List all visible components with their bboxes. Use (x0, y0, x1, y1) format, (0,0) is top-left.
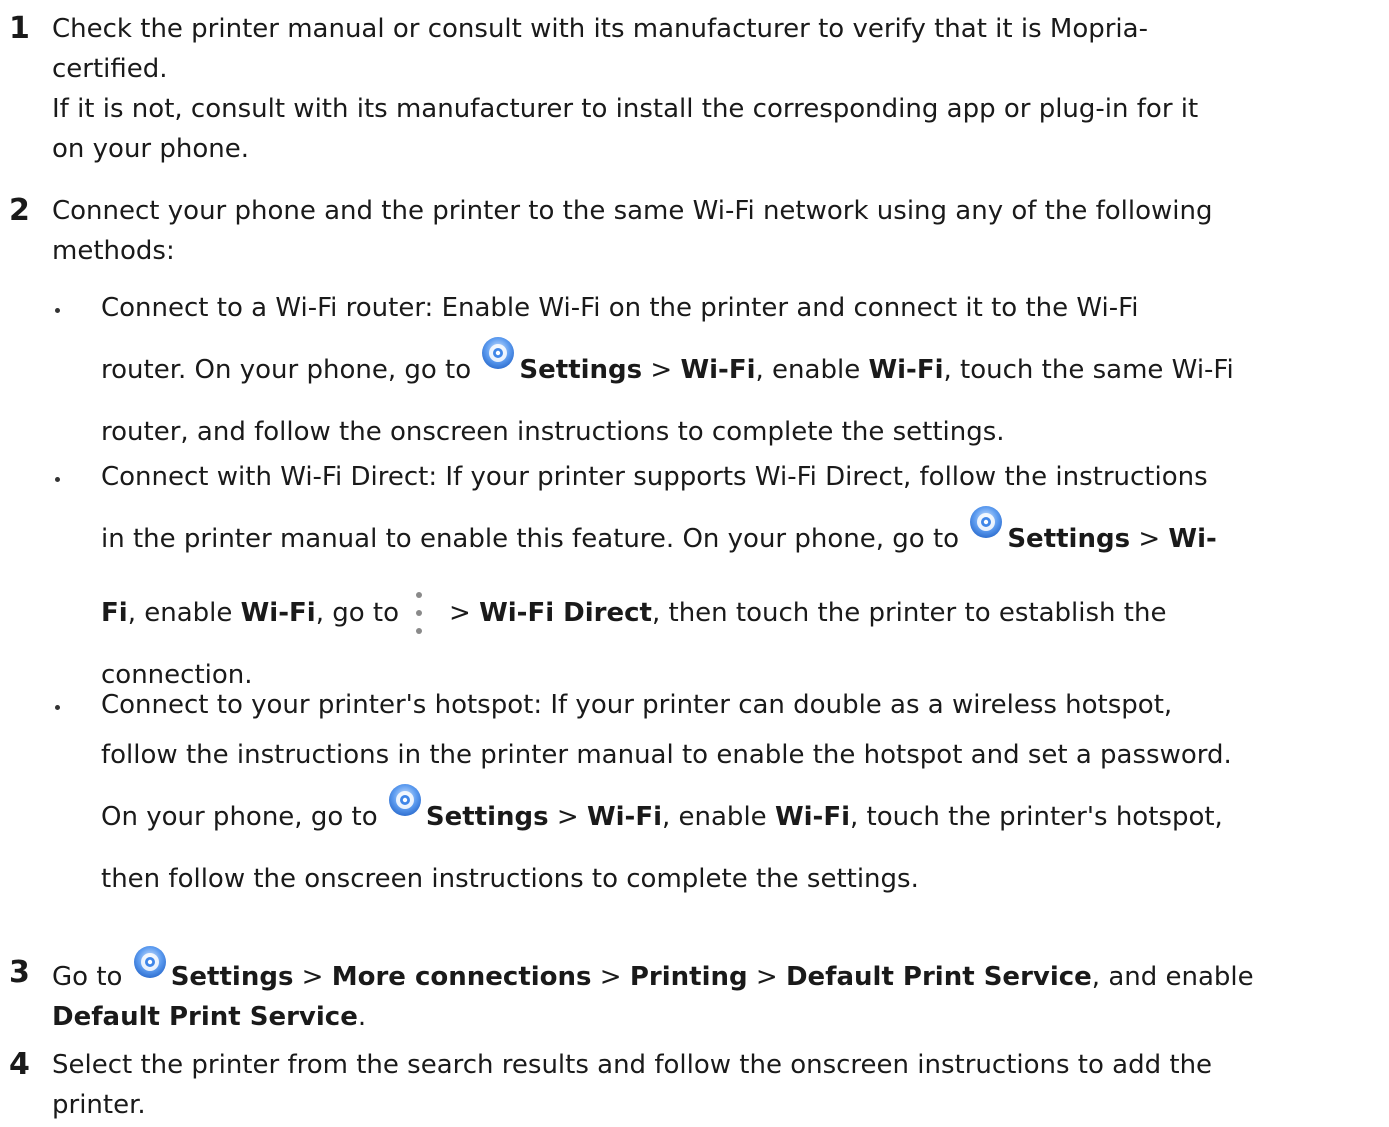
bold-default-print-service: Default Print Service (52, 1002, 358, 1032)
step-text: Select the printer from the search resul… (52, 1045, 1382, 1125)
text-line: Default Print Service. (52, 997, 1382, 1037)
text-line: certified. (52, 54, 168, 84)
step-text: Go to Settings > More connections > Prin… (52, 946, 1382, 1037)
bullet-dot (55, 477, 60, 482)
settings-icon (133, 945, 167, 979)
text-line: Fi, enable Wi-Fi, go to > Wi-Fi Direct, t… (101, 576, 1383, 650)
text-span: > (591, 962, 630, 992)
text-span: > (449, 598, 480, 628)
text-span: > (548, 802, 587, 832)
bold-wifi: Wi-Fi (868, 355, 944, 385)
text-line: Connect your phone and the printer to th… (52, 196, 1213, 226)
document-page: 1 Check the printer manual or consult wi… (0, 0, 1389, 1127)
text-span: Go to (52, 962, 123, 992)
bold-printing: Printing (629, 962, 748, 992)
text-line: in the printer manual to enable this fea… (101, 502, 1383, 576)
settings-icon (969, 505, 1003, 539)
text-span: > (1130, 524, 1169, 554)
text-line: on your phone. (52, 134, 250, 164)
bold-wifi: Wi-Fi (680, 355, 756, 385)
settings-icon (481, 336, 515, 370)
text-span: On your phone, go to (101, 802, 378, 832)
text-span: , then touch the printer to establish th… (651, 598, 1167, 628)
bold-wifi: Fi (101, 598, 128, 628)
settings-icon (388, 783, 422, 817)
text-span: , go to (315, 598, 399, 628)
text-line: router, and follow the onscreen instruct… (101, 417, 1005, 447)
text-span: , touch the printer's hotspot, (850, 802, 1223, 832)
bold-wifi: Wi- (1168, 524, 1217, 554)
bullet-text: Connect to a Wi-Fi router: Enable Wi-Fi … (101, 283, 1383, 457)
text-line: router. On your phone, go to Settings > … (101, 333, 1383, 407)
text-line: then follow the onscreen instructions to… (101, 864, 919, 894)
bullet-text: Connect with Wi-Fi Direct: If your print… (101, 452, 1383, 700)
text-line: follow the instructions in the printer m… (101, 740, 1232, 770)
text-span: > (642, 355, 681, 385)
text-line: On your phone, go to Settings > Wi-Fi, e… (101, 780, 1383, 854)
text-line: If it is not, consult with its manufactu… (52, 94, 1199, 124)
text-line: Connect to your printer's hotspot: If yo… (101, 690, 1173, 720)
step-number: 2 (9, 193, 30, 228)
text-span: , enable (662, 802, 775, 832)
text-line: Check the printer manual or consult with… (52, 14, 1148, 44)
step-number: 3 (9, 955, 30, 990)
text-line: Select the printer from the search resul… (52, 1050, 1213, 1080)
bold-wifi-direct: Wi-Fi Direct (479, 598, 652, 628)
text-line: Connect with Wi-Fi Direct: If your print… (101, 462, 1208, 492)
step-text: Connect your phone and the printer to th… (52, 191, 1382, 271)
bold-settings: Settings (170, 962, 294, 992)
bold-settings: Settings (1007, 524, 1131, 554)
bullet-text: Connect to your printer's hotspot: If yo… (101, 680, 1383, 904)
bold-settings: Settings (519, 355, 643, 385)
text-line: Connect to a Wi-Fi router: Enable Wi-Fi … (101, 293, 1139, 323)
text-span: router. On your phone, go to (101, 355, 472, 385)
text-span: , touch the same Wi-Fi (943, 355, 1234, 385)
text-span: . (357, 1002, 367, 1032)
text-span: , and enable (1091, 962, 1254, 992)
more-vertical-icon (403, 588, 437, 638)
text-span: in the printer manual to enable this fea… (101, 524, 960, 554)
bold-settings: Settings (425, 802, 549, 832)
text-span: > (293, 962, 332, 992)
bold-more-connections: More connections (331, 962, 592, 992)
text-span: , enable (127, 598, 241, 628)
text-line: printer. (52, 1090, 146, 1120)
step-text: Check the printer manual or consult with… (52, 9, 1382, 169)
text-span: > (747, 962, 786, 992)
bullet-dot (55, 308, 60, 313)
text-line: methods: (52, 236, 175, 266)
text-line: Go to Settings > More connections > Prin… (52, 946, 1382, 997)
bold-wifi: Wi-Fi (240, 598, 316, 628)
bold-wifi: Wi-Fi (774, 802, 850, 832)
step-number: 1 (9, 11, 30, 46)
text-span: , enable (755, 355, 869, 385)
step-number: 4 (9, 1047, 30, 1082)
bullet-dot (55, 705, 60, 710)
bold-wifi: Wi-Fi (586, 802, 662, 832)
bold-default-print-service: Default Print Service (785, 962, 1092, 992)
